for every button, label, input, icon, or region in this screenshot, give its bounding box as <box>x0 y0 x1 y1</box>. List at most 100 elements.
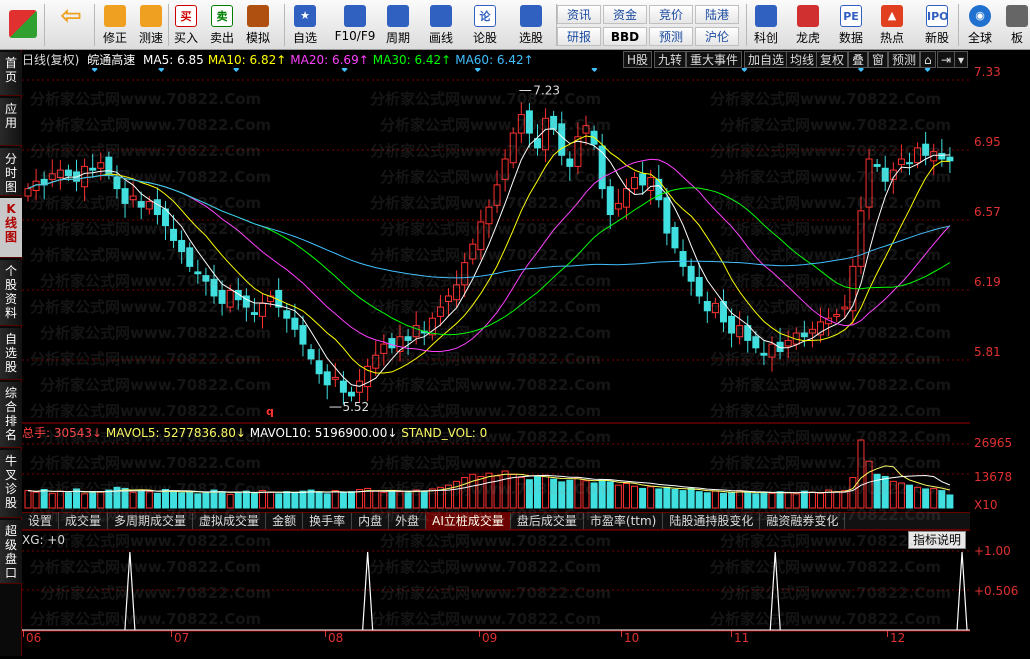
volume-bar <box>631 485 639 509</box>
hotspot-button[interactable]: ▲ 热点 <box>872 2 912 48</box>
news-button[interactable]: 资讯 <box>557 5 601 24</box>
tab-ranking[interactable]: 综合排名 <box>0 382 22 448</box>
home-button[interactable] <box>4 2 42 48</box>
period-button[interactable]: 周期 <box>380 2 416 48</box>
itab-connect-holding[interactable]: 陆股通持股变化 <box>663 513 761 529</box>
itab-inner[interactable]: 内盘 <box>352 513 390 529</box>
candle-up <box>380 343 388 354</box>
connect-button[interactable]: 陆港 <box>695 5 739 24</box>
kline-menu-4[interactable]: 均线 <box>786 51 819 68</box>
tab-diagnosis[interactable]: 牛叉诊股 <box>0 450 22 518</box>
itab-virtual-volume[interactable]: 虚拟成交量 <box>193 513 267 529</box>
data-button[interactable]: PE 数据 <box>834 2 868 48</box>
itab-pe[interactable]: 市盈率(ttm) <box>584 513 664 529</box>
volume-bar <box>663 486 671 509</box>
date-tick: 06 <box>26 631 42 645</box>
back-button[interactable]: ⇦ <box>52 2 90 48</box>
sector-button[interactable]: 板 <box>1004 2 1030 48</box>
star-market-button-label: 科创 <box>753 31 778 45</box>
expand-icon[interactable]: ⇥ <box>937 51 956 68</box>
watchlist-button[interactable]: ★ 自选 <box>286 2 324 48</box>
kline-menu-8[interactable]: 预测 <box>888 51 921 68</box>
period-label[interactable]: 日线(复权) <box>22 53 79 67</box>
tab-apps[interactable]: 应用 <box>0 98 22 146</box>
candle-up <box>865 158 873 208</box>
ipo-button-label: 新股 <box>924 31 949 45</box>
candle-down <box>299 325 307 345</box>
ipo-button[interactable]: IPO 新股 <box>918 2 956 48</box>
research-button[interactable]: 研报 <box>557 27 601 46</box>
volume-bar <box>388 490 396 509</box>
candle-down <box>752 336 760 349</box>
volume-bar <box>784 492 792 509</box>
sell-button[interactable]: 卖卖出 <box>206 2 238 48</box>
tab-home[interactable]: 首页 <box>0 52 22 96</box>
global-button[interactable]: ◉ 全球 <box>960 2 1000 48</box>
itab-outer[interactable]: 外盘 <box>389 513 427 529</box>
candle-down <box>525 110 533 134</box>
itab-settings[interactable]: 设置 <box>22 513 60 529</box>
tab-kline[interactable]: K线图 <box>0 198 22 258</box>
volume-bar <box>922 488 930 509</box>
shanghai-london-button[interactable]: 沪伦 <box>695 27 739 46</box>
volume-bar <box>40 489 48 509</box>
indicator-help-button[interactable]: 指标说明 <box>908 531 967 549</box>
kline-menu-3[interactable]: 加自选 <box>744 51 789 68</box>
volume-bar <box>97 491 105 509</box>
fund-button[interactable]: 资金 <box>603 5 647 24</box>
itab-volume[interactable]: 成交量 <box>59 513 109 529</box>
chart-icon <box>755 5 777 27</box>
pin-icon[interactable]: ⌂ <box>920 51 936 68</box>
volume-bar <box>307 489 315 509</box>
auction-button[interactable]: 竞价 <box>649 5 693 24</box>
kline-menu-5[interactable]: 复权 <box>816 51 849 68</box>
stand-vol-label: STAND_VOL: 0 <box>401 426 488 440</box>
speedtest-button[interactable]: 测速 <box>134 2 168 48</box>
forum-icon: 论 <box>474 5 496 27</box>
drawline-button[interactable]: 画线 <box>422 2 460 48</box>
itab-turnover[interactable]: 换手率 <box>303 513 353 529</box>
volume-bar <box>768 492 776 509</box>
itab-after-hours[interactable]: 盘后成交量 <box>511 513 584 529</box>
candle-down <box>210 278 218 297</box>
kline-menu-1[interactable]: 九转 <box>654 51 687 68</box>
candle-up <box>372 354 380 369</box>
volume-bar <box>453 480 461 509</box>
dragon-tiger-button[interactable]: 龙虎 <box>788 2 828 48</box>
itab-multi-volume[interactable]: 多周期成交量 <box>108 513 194 529</box>
kline-menu-7[interactable]: 窗 <box>868 51 889 68</box>
toolbar-separator <box>44 4 45 46</box>
volume-tick: 13678 <box>974 470 1013 484</box>
stockpick-button[interactable]: 选股 <box>508 2 554 48</box>
repair-button[interactable]: 修正 <box>98 2 132 48</box>
volume-bar <box>525 479 533 509</box>
itab-margin[interactable]: 融资融券变化 <box>760 513 846 529</box>
itab-amount[interactable]: 金额 <box>266 513 304 529</box>
dropdown-icon[interactable]: ▾ <box>954 51 969 68</box>
tab-super-orderbook[interactable]: 超级盘口 <box>0 520 22 584</box>
kline-menu-0[interactable]: H股 <box>623 51 653 68</box>
forum-button[interactable]: 论论股 <box>466 2 504 48</box>
candle-up <box>817 321 825 336</box>
f10-button[interactable]: F10/F9 <box>334 2 376 48</box>
event-marker-icon <box>158 68 165 72</box>
gauge-icon <box>520 5 542 27</box>
simulate-button[interactable]: 模拟 <box>240 2 276 48</box>
forecast-button[interactable]: 预测 <box>649 27 693 46</box>
tab-watchlist[interactable]: 自选股 <box>0 328 22 380</box>
kline-chart[interactable]: 7.23 5.52 q <box>22 68 970 652</box>
kline-menu-6[interactable]: 叠 <box>848 51 869 68</box>
candle-down <box>178 239 186 253</box>
volume-bar <box>800 490 808 509</box>
kline-menu-2[interactable]: 重大事件 <box>686 51 743 68</box>
date-tick-mark <box>887 631 888 637</box>
volume-bar <box>817 492 825 509</box>
candle-up <box>517 114 525 134</box>
buy-button[interactable]: 买买入 <box>170 2 202 48</box>
tab-intraday[interactable]: 分时图 <box>0 148 22 196</box>
star-market-button[interactable]: 科创 <box>748 2 784 48</box>
itab-ai-volume[interactable]: AI立桩成交量 <box>426 513 511 529</box>
bbd-button[interactable]: BBD <box>603 27 647 46</box>
ipo-icon: IPO <box>926 5 949 27</box>
tab-stock-info[interactable]: 个股资料 <box>0 260 22 326</box>
